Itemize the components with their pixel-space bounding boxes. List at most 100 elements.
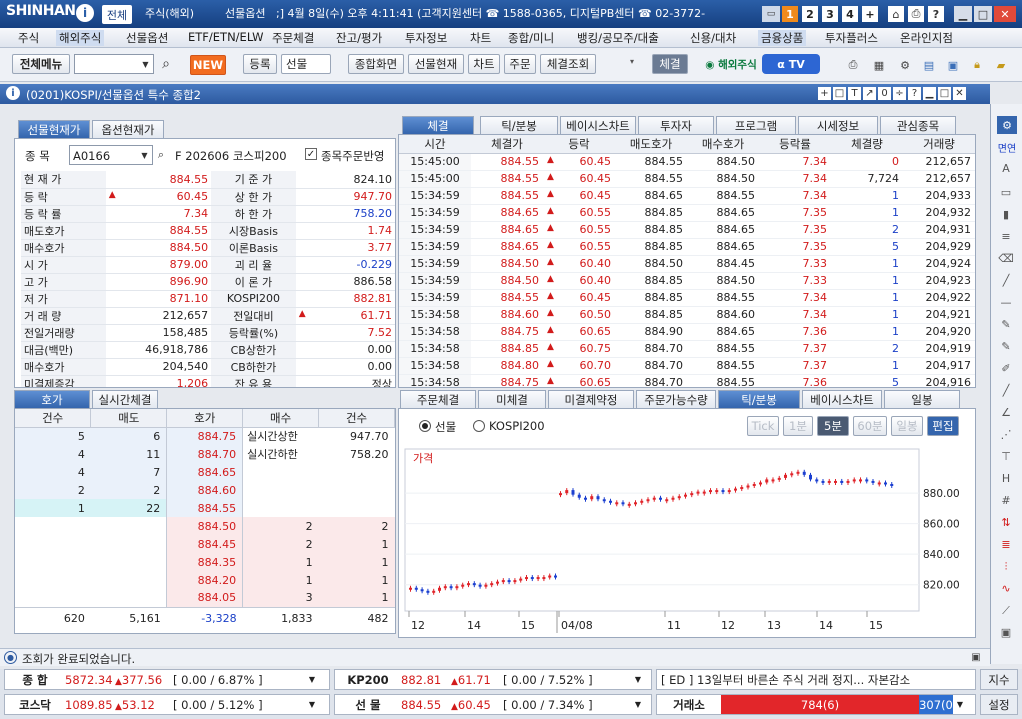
sidebar-a-icon[interactable]: A bbox=[997, 162, 1015, 176]
bid-row[interactable]: 884.50 2 2 bbox=[15, 517, 395, 535]
print-icon[interactable]: ⎙ bbox=[908, 6, 924, 22]
bid-price[interactable]: 884.45 bbox=[166, 535, 244, 553]
ticker-news[interactable]: [ ED ] 13일부터 바른손 주식 거래 정지... 자본감소 bbox=[656, 669, 976, 690]
sidebar-cycle-icon[interactable]: ⫶ bbox=[997, 560, 1015, 574]
order-button[interactable]: 주문 bbox=[504, 54, 536, 74]
ticker-dropdown-icon[interactable]: ▼ bbox=[631, 675, 645, 684]
trade-tab[interactable]: 시세정보 bbox=[798, 116, 878, 134]
trade-row[interactable]: 15:34:58 884.80 ▲ 60.70 884.70 884.55 7.37 1 204… bbox=[399, 357, 975, 375]
futures-current-button[interactable]: 선물현재 bbox=[408, 54, 464, 74]
ticker-settings-button[interactable]: 설정 bbox=[980, 694, 1018, 715]
bid-row[interactable]: 884.05 3 1 bbox=[15, 589, 395, 607]
window-help-icon[interactable]: ? bbox=[908, 87, 921, 100]
sidebar-arrow-icon[interactable]: ⇅ bbox=[997, 516, 1015, 530]
title-tab-overseas[interactable]: 주식(해외) bbox=[145, 5, 194, 24]
bid-price[interactable]: 884.20 bbox=[166, 571, 244, 589]
lock-icon[interactable]: 🔒︎ bbox=[968, 56, 986, 74]
trade-tab[interactable]: 프로그램 bbox=[716, 116, 796, 134]
help-icon[interactable]: ? bbox=[928, 6, 944, 22]
screen-4-button[interactable]: 4 bbox=[842, 6, 858, 22]
ticker-kospi[interactable]: 종 합 5872.34 ▲377.56 [ 0.00 / 6.87% ] ▼ bbox=[4, 669, 330, 690]
menu-item-balance[interactable]: 잔고/평가 bbox=[336, 30, 382, 46]
register-button[interactable]: 등록 bbox=[243, 54, 277, 74]
screen-1-button[interactable]: 1 bbox=[782, 6, 798, 22]
execution-toggle[interactable]: 체결 bbox=[652, 54, 688, 74]
ticker-futures[interactable]: 선 물 884.55 ▲60.45 [ 0.00 / 7.34% ] ▼ bbox=[334, 694, 652, 715]
menu-item-chart[interactable]: 차트 bbox=[470, 30, 491, 46]
trade-row[interactable]: 15:34:59 884.55 ▲ 60.45 884.85 884.55 7.34 1 204… bbox=[399, 289, 975, 307]
sidebar-channel-icon[interactable]: H bbox=[997, 472, 1015, 486]
ticker-dropdown-icon[interactable]: ▼ bbox=[631, 700, 645, 709]
menu-item-mini[interactable]: 종합/미니 bbox=[508, 30, 554, 46]
ticker-exchange[interactable]: 거래소 784(6) 307(0 ▼ bbox=[656, 694, 976, 715]
overseas-stock-link[interactable]: ◉ 해외주식 bbox=[696, 57, 766, 72]
home-icon[interactable]: ⌂ bbox=[888, 6, 904, 22]
settings-icon[interactable]: ⚙ bbox=[896, 56, 914, 74]
sidebar-trend-icon[interactable]: ⟋ bbox=[997, 604, 1015, 618]
arrow-icon[interactable]: ↗ bbox=[863, 87, 876, 100]
trade-tab[interactable]: 관심종목 bbox=[880, 116, 956, 134]
menu-item-overseas[interactable]: 해외주식 bbox=[56, 30, 105, 46]
chart-tab[interactable]: 주문체결 bbox=[400, 390, 476, 408]
window-layout-icon[interactable]: ▤ bbox=[920, 56, 938, 74]
new-badge[interactable]: NEW bbox=[190, 55, 226, 75]
chart-tab[interactable]: 미체결 bbox=[478, 390, 546, 408]
sidebar-box-icon[interactable]: ▣ bbox=[997, 626, 1015, 640]
text-icon[interactable]: T bbox=[848, 87, 861, 100]
menu-item-invest-info[interactable]: 투자정보 bbox=[405, 30, 447, 46]
alpha-tv-button[interactable]: α TV bbox=[762, 54, 820, 74]
sidebar-hline-icon[interactable]: — bbox=[997, 296, 1015, 310]
link-icon[interactable]: □ bbox=[833, 87, 846, 100]
period-tick-button[interactable]: Tick bbox=[747, 416, 779, 436]
window-maximize-icon[interactable]: □ bbox=[938, 87, 951, 100]
ticker-index-button[interactable]: 지수 bbox=[980, 669, 1018, 690]
trade-row[interactable]: 15:34:59 884.50 ▲ 60.40 884.85 884.50 7.33 1 204… bbox=[399, 272, 975, 290]
sidebar-fan-icon[interactable]: ⋰ bbox=[997, 428, 1015, 442]
tab-futures-current[interactable]: 선물현재가 bbox=[18, 120, 90, 138]
monitor-icon[interactable]: ▭ bbox=[762, 6, 780, 22]
trade-row[interactable]: 15:45:00 884.55 ▲ 60.45 884.55 884.50 7.34 7,72… bbox=[399, 170, 975, 188]
sidebar-pen-icon[interactable]: ✎ bbox=[997, 318, 1015, 332]
title-tab-all[interactable]: 전체 bbox=[102, 5, 132, 24]
ask-price[interactable]: 884.65 bbox=[166, 463, 244, 481]
ask-price[interactable]: 884.75 bbox=[166, 427, 244, 445]
bid-price[interactable]: 884.35 bbox=[166, 553, 244, 571]
window-minimize-icon[interactable]: ▁ bbox=[923, 87, 936, 100]
menu-item-products[interactable]: 금융상품 bbox=[758, 30, 807, 46]
sidebar-cell[interactable]: 면연 bbox=[993, 140, 1021, 155]
period-1min-button[interactable]: 1분 bbox=[783, 416, 813, 436]
sidebar-eraser-icon[interactable]: ⌫ bbox=[997, 252, 1015, 266]
sidebar-all-icon[interactable]: ≡ bbox=[997, 230, 1015, 244]
menu-item-credit[interactable]: 신용/대차 bbox=[690, 30, 736, 46]
period-daily-button[interactable]: 일봉 bbox=[891, 416, 923, 436]
chart-tab[interactable]: 일봉 bbox=[884, 390, 960, 408]
status-resize-icon[interactable]: ▣ bbox=[968, 651, 984, 664]
chart-tab[interactable]: 미결제약정 bbox=[548, 390, 634, 408]
chart-tab[interactable]: 틱/분봉 bbox=[718, 390, 800, 408]
execution-query-button[interactable]: 체결조회 bbox=[540, 54, 596, 74]
menu-item-banking[interactable]: 뱅킹/공모주/대출 bbox=[577, 30, 659, 46]
maximize-icon[interactable]: □ bbox=[974, 6, 992, 22]
trade-tab[interactable]: 베이시스차트 bbox=[560, 116, 636, 134]
radio-futures[interactable] bbox=[419, 420, 431, 432]
bid-row[interactable]: 884.35 1 1 bbox=[15, 553, 395, 571]
sidebar-fib-icon[interactable]: ≣ bbox=[997, 538, 1015, 552]
sidebar-vline-icon[interactable]: ⊤ bbox=[997, 450, 1015, 464]
ticker-kp200[interactable]: KP200 882.81 ▲61.71 [ 0.00 / 7.52% ] ▼ bbox=[334, 669, 652, 690]
menu-item-plus[interactable]: 투자플러스 bbox=[825, 30, 878, 46]
bid-price[interactable]: 884.05 bbox=[166, 589, 244, 607]
trade-row[interactable]: 15:34:59 884.50 ▲ 60.40 884.50 884.45 7.33 1 204… bbox=[399, 255, 975, 273]
menu-item-futures[interactable]: 선물옵션 bbox=[126, 30, 168, 46]
trade-row[interactable]: 15:34:59 884.65 ▲ 60.55 884.85 884.65 7.35 5 204… bbox=[399, 238, 975, 256]
add-screen-button[interactable]: + bbox=[862, 6, 878, 22]
ticker-kosdaq[interactable]: 코스닥 1089.85 ▲53.12 [ 0.00 / 5.12% ] ▼ bbox=[4, 694, 330, 715]
ask-row[interactable]: 4 11 884.70 실시간하한 758.20 bbox=[15, 445, 395, 463]
ask-price[interactable]: 884.60 bbox=[166, 481, 244, 499]
radio-kospi200[interactable] bbox=[473, 420, 485, 432]
tab-orderbook[interactable]: 호가 bbox=[14, 390, 90, 408]
trade-tab[interactable]: 틱/분봉 bbox=[480, 116, 558, 134]
minimize-icon[interactable]: ▁ bbox=[954, 6, 972, 22]
all-menu-button[interactable]: 전체메뉴 bbox=[12, 54, 70, 74]
sidebar-window-icon[interactable]: ▭ bbox=[997, 186, 1015, 200]
sidebar-line-icon[interactable]: ╱ bbox=[997, 274, 1015, 288]
